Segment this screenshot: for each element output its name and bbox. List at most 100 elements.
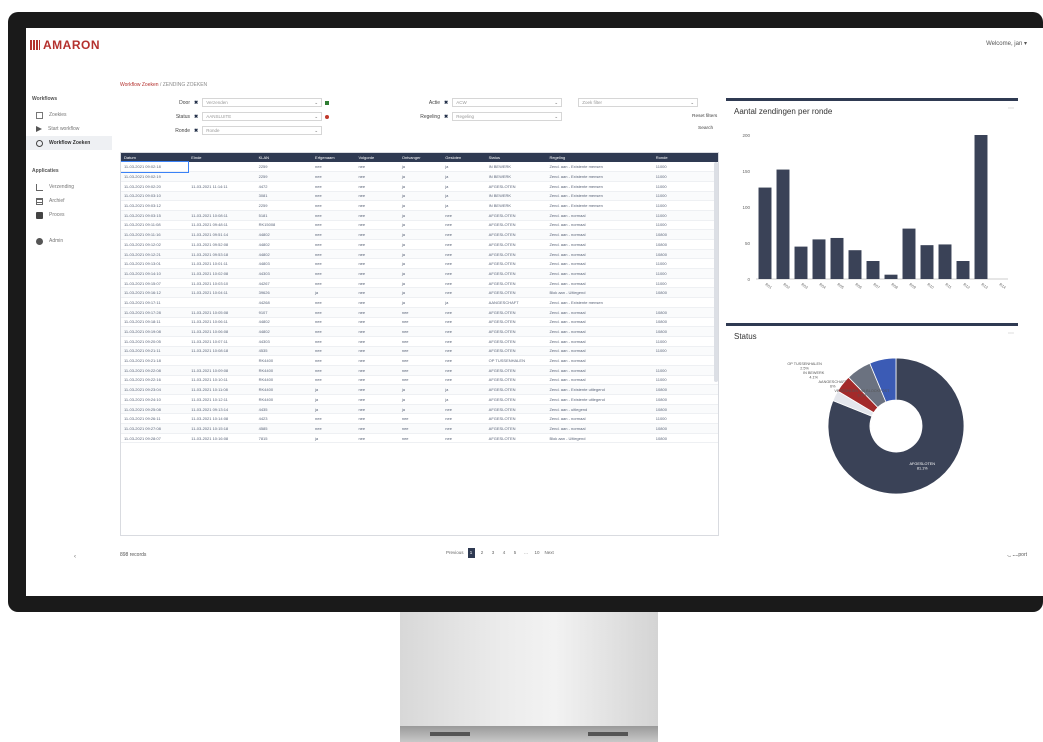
table-row[interactable]: 11-03-2021 09:02:18 2259 nee nee ja ja IN BEWE… <box>121 161 718 173</box>
table-cell: nee <box>355 375 399 386</box>
clear-filter-icon[interactable]: ✖ <box>194 100 198 106</box>
table-row[interactable]: 11-03-2021 09:15:07 11-03-2021 10:03:10 44… <box>121 278 718 289</box>
bar[interactable] <box>794 246 808 279</box>
collapse-sidebar-button[interactable]: ‹ <box>74 554 76 560</box>
sidebar-item-archief[interactable]: Archief <box>26 194 112 208</box>
table-row[interactable]: 11-03-2021 09:23:04 11-03-2021 10:11:08 RK… <box>121 384 718 395</box>
column-header[interactable]: Erfgenaam <box>312 153 356 162</box>
bar[interactable] <box>902 228 916 279</box>
clear-filter-icon[interactable]: ✖ <box>444 100 448 106</box>
bar[interactable] <box>812 239 826 279</box>
table-row[interactable]: 11-03-2021 09:20:05 11-03-2021 10:07:11 44… <box>121 336 718 347</box>
table-cell: 10800 <box>652 384 718 395</box>
x-tick-label: R05 <box>836 283 844 290</box>
column-header[interactable]: Ontvanger <box>398 153 443 162</box>
table-row[interactable]: 11-03-2021 09:13:01 11-03-2021 10:01:11 44… <box>121 258 718 270</box>
table-row[interactable]: 11-03-2021 09:11:16 11-03-2021 09:51:14 44… <box>121 229 718 240</box>
table-cell: RK4400 <box>255 394 313 405</box>
column-header[interactable]: Volgorde <box>355 153 399 162</box>
user-menu[interactable]: Welcome, jan ▾ <box>986 40 1027 47</box>
column-header[interactable]: KLAN <box>255 153 313 162</box>
column-header[interactable]: Status <box>485 153 547 162</box>
bar[interactable] <box>830 237 844 279</box>
table-cell: 11-03-2021 09:11:16 <box>121 229 189 240</box>
bar[interactable] <box>866 261 880 279</box>
table-scrollbar[interactable] <box>714 162 718 382</box>
table-cell: 11-03-2021 09:21:11 <box>121 346 189 357</box>
sidebar-item-proces[interactable]: Proces <box>26 208 112 222</box>
table-cell: ja <box>398 171 443 182</box>
pager-page-button[interactable]: 10 <box>534 548 541 558</box>
column-header[interactable]: Ronde <box>652 153 718 162</box>
table-row[interactable]: 11-03-2021 09:03:15 11-03-2021 10:08:11 51… <box>121 210 718 221</box>
table-row[interactable]: 11-03-2021 09:28:07 11-03-2021 10:16:08 78… <box>121 433 718 444</box>
door-select[interactable]: Verzenden ⌄ <box>202 98 323 107</box>
breadcrumb-parent[interactable]: Workflow Zoeken <box>120 82 159 88</box>
bar[interactable] <box>776 169 790 279</box>
reset-filters-button[interactable]: Reset filters <box>692 114 717 119</box>
pager-previous-button[interactable]: Previous <box>446 548 464 558</box>
table-cell: 11-03-2021 09:14:10 <box>121 268 189 279</box>
column-header[interactable]: Einde <box>188 153 256 162</box>
table-cell: 11000 <box>652 346 718 357</box>
column-header[interactable]: Datum <box>121 153 189 162</box>
extra-filter-select[interactable]: Zoek filter ⌄ <box>578 98 699 107</box>
clear-filter-icon[interactable]: ✖ <box>194 128 198 134</box>
regeling-select[interactable]: Regeling ⌄ <box>452 112 563 121</box>
table-row[interactable]: 11-03-2021 09:02:20 11-03-2021 11:14:11 44… <box>121 181 718 192</box>
pager-page-button[interactable]: 4 <box>501 548 508 558</box>
search-icon <box>36 139 43 147</box>
table-row[interactable]: 11-03-2021 09:26:11 11-03-2021 10:14:08 44… <box>121 413 718 425</box>
bar[interactable] <box>848 250 862 279</box>
sidebar-item-zoekies[interactable]: Zoekies <box>26 108 112 122</box>
sidebar-item-workflow-zoeken[interactable]: Workflow Zoeken <box>26 136 112 150</box>
table-cell: ja <box>398 162 443 173</box>
table-row[interactable]: 11-03-2021 09:22:08 11-03-2021 10:09:08 RK… <box>121 365 718 376</box>
table-row[interactable]: 11-03-2021 09:17:11 44268 nee nee ja ja AANGES… <box>121 297 718 308</box>
bar[interactable] <box>956 261 970 279</box>
table-row[interactable]: 11-03-2021 09:18:11 11-03-2021 10:06:11 44… <box>121 317 718 328</box>
table-row[interactable]: 11-03-2021 09:22:16 11-03-2021 10:10:11 RK… <box>121 375 718 386</box>
status-red-icon <box>325 114 330 119</box>
table-row[interactable]: 11-03-2021 09:03:12 2259 nee nee ja ja IN BEWE… <box>121 200 718 211</box>
table-row[interactable]: 11-03-2021 09:25:08 11-03-2021 09:13:14 44… <box>121 404 718 415</box>
column-header[interactable]: Gesloten <box>442 153 486 162</box>
pager-next-button[interactable]: Next <box>545 548 554 558</box>
table-row[interactable]: 11-03-2021 09:14:10 11-03-2021 10:02:08 44… <box>121 268 718 279</box>
bar[interactable] <box>938 244 952 279</box>
bar[interactable] <box>758 187 772 279</box>
ronde-select[interactable]: Ronde ⌄ <box>202 126 323 135</box>
table-row[interactable]: 11-03-2021 09:19:08 11-03-2021 10:06:08 44… <box>121 326 718 337</box>
bar[interactable] <box>974 135 988 279</box>
pager-page-button[interactable]: 1 <box>467 548 475 558</box>
clear-filter-icon[interactable]: ✖ <box>194 114 198 120</box>
status-select[interactable]: AANSLUITE ⌄ <box>202 112 323 121</box>
actie-select[interactable]: ACW ⌄ <box>452 98 563 107</box>
search-button[interactable]: Search <box>698 126 713 131</box>
table-row[interactable]: 11-03-2021 09:17:28 11-03-2021 10:05:08 91… <box>121 307 718 318</box>
table-row[interactable]: 11-03-2021 09:21:11 11-03-2021 10:08:18 45… <box>121 346 718 357</box>
table-row[interactable]: 11-03-2021 09:12:02 11-03-2021 09:52:08 44… <box>121 239 718 250</box>
table-row[interactable]: 11-03-2021 09:12:21 11-03-2021 09:53:18 44… <box>121 249 718 260</box>
table-cell: ja <box>398 181 443 192</box>
table-cell: 11-03-2021 09:51:14 <box>188 229 256 240</box>
pager-page-button[interactable]: 2 <box>479 548 486 558</box>
pager-page-button[interactable]: 3 <box>490 548 497 558</box>
table-row[interactable]: 11-03-2021 09:24:10 11-03-2021 10:12:11 RK… <box>121 394 718 405</box>
app-logo[interactable]: AMARON <box>30 38 100 52</box>
table-row[interactable]: 11-03-2021 09:27:08 11-03-2021 10:15:18 45… <box>121 423 718 434</box>
clear-filter-icon[interactable]: ✖ <box>444 114 448 120</box>
slice-value-label: 6.3% <box>858 394 867 398</box>
table-row[interactable]: 11-03-2021 09:03:10 3081 nee nee ja ja IN BEWE… <box>121 191 718 202</box>
table-row[interactable]: 11-03-2021 09:16:12 11-03-2021 10:04:11 39… <box>121 287 718 299</box>
sidebar-item-verzending[interactable]: Verzending <box>26 180 112 194</box>
pager-page-button[interactable]: 5 <box>512 548 519 558</box>
table-row[interactable]: 11-03-2021 09:11:08 11-03-2021 09:48:11 RK… <box>121 220 718 231</box>
table-row[interactable]: 11-03-2021 09:02:19 2259 nee nee ja ja IN BEWE… <box>121 171 718 182</box>
table-row[interactable]: 11-03-2021 09:21:18 RK4400 nee nee nee nee OP … <box>121 355 718 366</box>
sidebar-item-admin[interactable]: Admin <box>26 234 112 248</box>
sidebar-item-start-workflow[interactable]: Start workflow <box>26 122 112 136</box>
column-header[interactable]: Regeling <box>546 153 653 162</box>
bar[interactable] <box>884 274 898 279</box>
bar[interactable] <box>920 245 934 279</box>
